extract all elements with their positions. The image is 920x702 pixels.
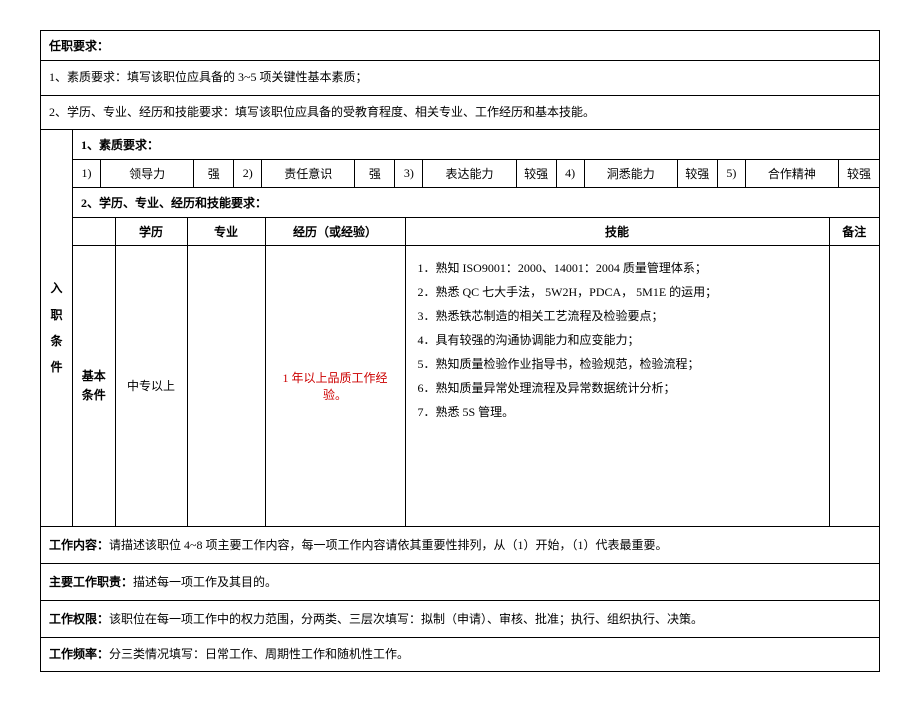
edu-header-major: 专业	[187, 218, 265, 246]
work-duty-label: 主要工作职责：	[49, 575, 133, 589]
quality-num-4: 4)	[557, 160, 585, 187]
entry-conditions-row: 入 职 条 件 1、素质要求： 1) 领导力 强 2) 责任意识 强 3) 表达…	[41, 130, 879, 527]
work-content-label: 工作内容：	[49, 538, 109, 552]
side-char-1: 入	[50, 275, 62, 301]
work-content-line: 工作内容：请描述该职位 4~8 项主要工作内容，每一项工作内容请依其重要性排列，…	[41, 527, 879, 564]
education-value: 中专以上	[115, 246, 187, 526]
quality-label-1: 领导力	[101, 160, 194, 187]
skill-item: 4．具有较强的沟通协调能力和应变能力；	[418, 328, 817, 352]
quality-num-1: 1)	[73, 160, 101, 187]
requirements-heading: 任职要求：	[41, 31, 879, 61]
skill-item: 3．熟悉铁芯制造的相关工艺流程及检验要点；	[418, 304, 817, 328]
quality-rating-1: 强	[194, 160, 234, 187]
quality-requirement-header: 1、素质要求：	[73, 130, 879, 160]
basic-condition-label: 基本条件	[73, 246, 115, 526]
quality-label-4: 洞悉能力	[585, 160, 678, 187]
education-table: 学历 专业 经历（或经验） 技能 备注 基本条件 中专以上	[73, 218, 879, 526]
note-value	[829, 246, 879, 526]
quality-table: 1) 领导力 强 2) 责任意识 强 3) 表达能力 较强 4) 洞悉能力 较强…	[73, 160, 879, 188]
work-authority-line: 工作权限：该职位在每一项工作中的权力范围，分两类、三层次填写：拟制（申请）、审核…	[41, 601, 879, 638]
basic-condition-text: 基本条件	[82, 369, 106, 402]
work-authority-text: 该职位在每一项工作中的权力范围，分两类、三层次填写：拟制（申请）、审核、批准；执…	[109, 612, 703, 626]
skill-item: 7．熟悉 5S 管理。	[418, 400, 817, 424]
document-frame: 任职要求： 1、素质要求：填写该职位应具备的 3~5 项关键性基本素质； 2、学…	[40, 30, 880, 672]
quality-rating-2: 强	[355, 160, 395, 187]
work-duty-text: 描述每一项工作及其目的。	[133, 575, 277, 589]
skill-item: 2．熟悉 QC 七大手法， 5W2H，PDCA， 5M1E 的运用；	[418, 280, 817, 304]
side-char-2: 职	[50, 302, 62, 328]
quality-label-5: 合作精神	[746, 160, 839, 187]
edu-header-blank	[73, 218, 115, 246]
experience-value: 1 年以上品质工作经验。	[265, 246, 405, 526]
work-duty-line: 主要工作职责：描述每一项工作及其目的。	[41, 564, 879, 601]
quality-label-2: 责任意识	[262, 160, 355, 187]
quality-label-3: 表达能力	[423, 160, 516, 187]
quality-num-2: 2)	[234, 160, 262, 187]
skill-item: 1．熟知 ISO9001：2000、14001：2004 质量管理体系；	[418, 256, 817, 280]
work-authority-label: 工作权限：	[49, 612, 109, 626]
quality-rating-3: 较强	[517, 160, 557, 187]
edu-header-note: 备注	[829, 218, 879, 246]
work-frequency-label: 工作频率：	[49, 647, 109, 661]
major-value	[187, 246, 265, 526]
requirement-line-2: 2、学历、专业、经历和技能要求：填写该职位应具备的受教育程度、相关专业、工作经历…	[41, 96, 879, 131]
edu-header-skill: 技能	[405, 218, 829, 246]
skill-item: 6．熟知质量异常处理流程及异常数据统计分析；	[418, 376, 817, 400]
bottom-section: 工作内容：请描述该职位 4~8 项主要工作内容，每一项工作内容请依其重要性排列，…	[41, 527, 879, 672]
edu-header-education: 学历	[115, 218, 187, 246]
side-char-3: 条	[50, 328, 62, 354]
requirement-line-1: 1、素质要求：填写该职位应具备的 3~5 项关键性基本素质；	[41, 61, 879, 96]
education-requirement-header: 2、学历、专业、经历和技能要求：	[73, 188, 879, 218]
entry-conditions-content: 1、素质要求： 1) 领导力 强 2) 责任意识 强 3) 表达能力 较强 4)…	[73, 130, 879, 526]
edu-header-experience: 经历（或经验）	[265, 218, 405, 246]
side-char-4: 件	[50, 354, 62, 380]
quality-num-3: 3)	[395, 160, 423, 187]
quality-rating-4: 较强	[678, 160, 718, 187]
work-content-text: 请描述该职位 4~8 项主要工作内容，每一项工作内容请依其重要性排列，从（1）开…	[109, 538, 668, 552]
entry-conditions-label: 入 职 条 件	[41, 130, 73, 526]
work-frequency-text: 分三类情况填写：日常工作、周期性工作和随机性工作。	[109, 647, 409, 661]
skill-item: 5．熟知质量检验作业指导书，检验规范，检验流程；	[418, 352, 817, 376]
skills-cell: 1．熟知 ISO9001：2000、14001：2004 质量管理体系；2．熟悉…	[405, 246, 829, 526]
quality-num-5: 5)	[718, 160, 746, 187]
quality-rating-5: 较强	[839, 160, 879, 187]
work-frequency-line: 工作频率：分三类情况填写：日常工作、周期性工作和随机性工作。	[41, 638, 879, 672]
